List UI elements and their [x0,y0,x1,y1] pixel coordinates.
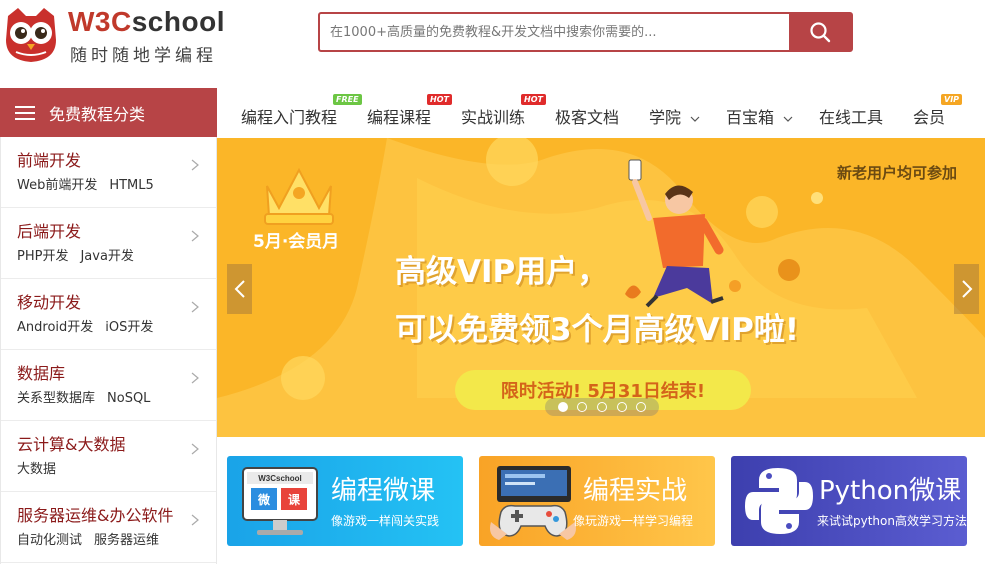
nav-item-label: 会员 [913,108,946,127]
card-python-course[interactable]: Python微课 来试试python高效学习方法 [731,456,967,546]
sidebar-item-mobile[interactable]: 移动开发 Android开发 iOS开发 [1,279,216,350]
nav-item-toolbox[interactable]: 百宝箱 [726,104,793,128]
banner-subtitle: 新老用户均可参加 [836,164,957,182]
card-title: 编程实战 [583,476,688,506]
card-subtitle: 像玩游戏一样学习编程 [573,514,694,528]
nav-item-courses[interactable]: 编程课程 HOT [367,94,452,128]
sidebar-item-frontend[interactable]: 前端开发 Web前端开发 HTML5 [1,137,216,208]
sidebar-item-title[interactable]: 数据库 [17,364,216,384]
chevron-right-icon [191,372,199,384]
chevron-down-icon [783,116,793,122]
nav-item-label: 极客文档 [555,108,620,127]
nav-item-label: 学院 [649,108,682,127]
main-nav: 编程入门教程 FREE 编程课程 HOT 实战训练 HOT 极客文档 学院 百宝… [230,88,985,138]
category-menu-header[interactable]: 免费教程分类 [0,88,217,137]
monitor-illustration: W3Cschool 微 课 [242,467,318,535]
card-micro-course[interactable]: W3Cschool 微 课 编程微课 像游戏一样闯关实践 [227,456,463,546]
card-title: Python微课 [819,476,962,506]
sidebar-item-backend[interactable]: 后端开发 PHP开发 Java开发 [1,208,216,279]
sidebar-item-database[interactable]: 数据库 关系型数据库 NoSQL [1,350,216,421]
sidebar-item-ops-office[interactable]: 服务器运维&办公软件 自动化测试 服务器运维 [1,492,216,563]
chevron-left-icon [234,280,245,298]
carousel-prev-button[interactable] [227,264,252,314]
banner-headline-2: 可以免费领3个月高级VIP啦! [395,312,799,348]
logo-title-suffix: school [131,6,225,37]
nav-item-academy[interactable]: 学院 [649,104,700,128]
logo-slogan: 随时随地学编程 [70,46,217,66]
sidebar-sub-link[interactable]: iOS开发 [105,320,153,335]
chevron-right-icon [191,230,199,242]
nav-item-practice[interactable]: 实战训练 HOT [461,94,546,128]
logo-title-prefix: W3C [68,6,132,37]
sidebar-sub-link[interactable]: NoSQL [107,391,150,406]
banner-headline-1: 高级VIP用户， [395,254,609,290]
sidebar-sub-link[interactable]: HTML5 [109,178,153,193]
search-input[interactable] [320,14,791,50]
sidebar-sub-link[interactable]: 关系型数据库 [17,391,95,406]
chevron-down-icon [690,116,700,122]
search-icon [810,22,831,43]
vip-badge: VIP [941,94,963,105]
logo-title: W3Cschool [68,6,225,38]
sidebar-item-title[interactable]: 服务器运维&办公软件 [17,506,216,526]
free-badge: FREE [333,94,362,105]
card-subtitle: 像游戏一样闯关实践 [331,514,440,528]
gamepad-illustration [490,466,576,540]
sidebar-sub-link[interactable]: Android开发 [17,320,93,335]
card-practice-course[interactable]: 编程实战 像玩游戏一样学习编程 [479,456,715,546]
course-cards: W3Cschool 微 课 编程微课 像游戏一样闯关实践 编程实战 像玩游戏一样… [217,437,985,564]
nav-item-beginner-tutorials[interactable]: 编程入门教程 FREE [241,94,362,128]
nav-item-label: 编程入门教程 [241,108,338,127]
crown-icon [264,167,334,225]
sidebar-sub-link[interactable]: 自动化测试 [17,533,82,548]
nav-item-label: 在线工具 [819,108,884,127]
carousel-dot[interactable] [636,402,647,412]
search-button[interactable] [789,14,851,50]
sidebar-sub-link[interactable]: 服务器运维 [94,533,159,548]
carousel-dot[interactable] [616,402,627,412]
nav-item-online-tools[interactable]: 在线工具 [819,104,883,128]
hot-badge: HOT [427,94,452,105]
nav-item-label: 实战训练 [461,108,526,127]
category-sidebar: 前端开发 Web前端开发 HTML5 后端开发 PHP开发 Java开发 移动开发 … [0,137,217,564]
promo-banner-carousel[interactable]: 新老用户均可参加 5月·会员月 高级VIP用户， 可以免费领3个月高级VIP啦!… [217,138,985,437]
chevron-right-icon [191,514,199,526]
chevron-right-icon [191,443,199,455]
sidebar-sub-link[interactable]: 大数据 [17,462,56,477]
sidebar-item-title[interactable]: 云计算&大数据 [17,435,216,455]
carousel-dot[interactable] [596,402,607,412]
chevron-right-icon [961,280,972,298]
carousel-dot[interactable] [577,402,588,412]
monitor-word-1: 微 [257,492,271,507]
carousel-indicators [545,398,659,416]
sidebar-item-title[interactable]: 前端开发 [17,151,216,171]
site-logo[interactable]: W3Cschool 随时随地学编程 [2,4,232,66]
carousel-next-button[interactable] [954,264,979,314]
monitor-word-2: 课 [288,492,301,507]
sidebar-item-title[interactable]: 移动开发 [17,293,216,313]
menu-icon [15,105,35,120]
owl-logo-icon [6,8,56,62]
nav-item-label: 编程课程 [367,108,432,127]
search-bar [318,12,853,52]
sidebar-sub-link[interactable]: PHP开发 [17,249,68,264]
banner-crown-label: 5月·会员月 [253,232,340,252]
carousel-dot[interactable] [557,402,568,412]
sidebar-sub-link[interactable]: Java开发 [80,249,133,264]
chevron-right-icon [191,159,199,171]
nav-item-membership[interactable]: 会员 VIP [913,94,963,128]
nav-item-label: 百宝箱 [726,108,775,127]
hot-badge: HOT [521,94,546,105]
chevron-right-icon [191,301,199,313]
category-menu-label: 免费教程分类 [49,104,146,124]
card-subtitle: 来试试python高效学习方法 [817,514,967,528]
card-title: 编程微课 [331,476,436,506]
monitor-brand-text: W3Cschool [258,474,302,483]
nav-item-geek-docs[interactable]: 极客文档 [555,104,619,128]
sidebar-item-cloud-bigdata[interactable]: 云计算&大数据 大数据 [1,421,216,492]
sidebar-item-title[interactable]: 后端开发 [17,222,216,242]
sidebar-sub-link[interactable]: Web前端开发 [17,178,97,193]
python-logo-icon [745,468,813,534]
